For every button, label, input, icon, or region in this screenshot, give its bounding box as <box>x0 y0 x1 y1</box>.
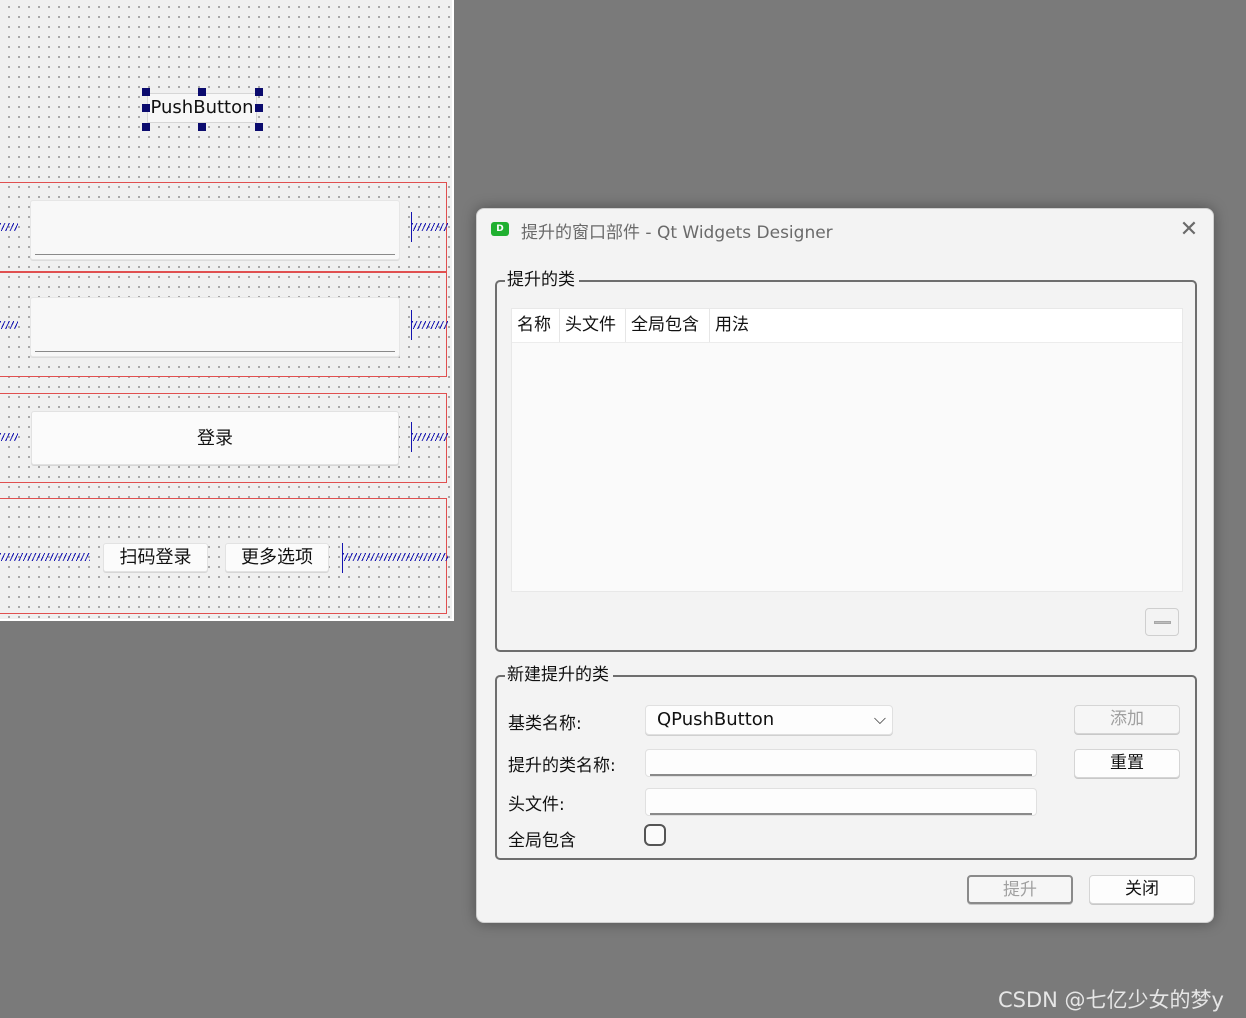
promoted-class-name-label: 提升的类名称: <box>508 756 616 776</box>
add-button[interactable]: 添加 <box>1074 705 1180 734</box>
horizontal-spacer[interactable] <box>0 433 18 441</box>
reset-button[interactable]: 重置 <box>1074 749 1180 778</box>
horizontal-spacer[interactable] <box>412 223 448 231</box>
username-line-edit[interactable] <box>30 200 400 260</box>
selection-handle[interactable] <box>198 123 206 131</box>
horizontal-spacer[interactable] <box>412 321 448 329</box>
table-header: 名称 头文件 全局包含 用法 <box>512 309 1182 343</box>
selection-handle[interactable] <box>255 104 263 112</box>
password-line-edit[interactable] <box>30 297 400 357</box>
global-include-checkbox[interactable] <box>644 824 666 846</box>
horizontal-spacer[interactable] <box>0 223 18 231</box>
close-button[interactable]: 关闭 <box>1089 875 1195 904</box>
new-promoted-class-group-title: 新建提升的类 <box>505 665 613 685</box>
horizontal-spacer[interactable] <box>0 553 90 561</box>
horizontal-spacer[interactable] <box>412 433 448 441</box>
header-file-input[interactable] <box>645 788 1037 816</box>
base-class-value: QPushButton <box>657 709 775 730</box>
remove-promoted-class-button[interactable] <box>1145 608 1179 636</box>
scan-login-button[interactable]: 扫码登录 <box>103 543 208 572</box>
chevron-down-icon: ⌵ <box>873 709 886 728</box>
promoted-classes-group-title: 提升的类 <box>505 270 579 290</box>
horizontal-spacer[interactable] <box>0 321 18 329</box>
column-header-name[interactable]: 名称 <box>512 309 560 342</box>
selection-handle[interactable] <box>255 123 263 131</box>
dialog-title: 提升的窗口部件 - Qt Widgets Designer <box>521 223 833 243</box>
base-class-combobox[interactable]: QPushButton ⌵ <box>645 705 893 735</box>
minus-icon <box>1154 621 1171 624</box>
new-promoted-class-group: 新建提升的类 基类名称: QPushButton ⌵ 添加 提升的类名称: 重置… <box>495 665 1197 860</box>
global-include-label: 全局包含 <box>508 831 576 851</box>
header-file-label: 头文件: <box>508 795 565 815</box>
column-header-usage[interactable]: 用法 <box>710 309 770 342</box>
selected-push-button[interactable]: PushButton <box>147 93 257 123</box>
qt-designer-app-icon: D <box>491 222 509 236</box>
csdn-watermark: CSDN @七亿少女的梦y <box>998 988 1224 1012</box>
horizontal-spacer[interactable] <box>343 553 448 561</box>
promoted-class-name-input[interactable] <box>645 749 1037 777</box>
column-header-global-include[interactable]: 全局包含 <box>626 309 710 342</box>
selection-handle[interactable] <box>255 88 263 96</box>
more-options-button[interactable]: 更多选项 <box>225 543 329 572</box>
promote-button[interactable]: 提升 <box>967 875 1073 904</box>
selection-handle[interactable] <box>198 88 206 96</box>
selection-handle[interactable] <box>142 123 150 131</box>
column-header-header-file[interactable]: 头文件 <box>560 309 626 342</box>
login-button[interactable]: 登录 <box>31 411 399 465</box>
promoted-classes-group: 提升的类 名称 头文件 全局包含 用法 <box>495 270 1197 652</box>
base-class-label: 基类名称: <box>508 714 582 734</box>
designer-form-canvas[interactable]: PushButton 登录 扫码登录 更多选项 <box>0 0 454 621</box>
promoted-widgets-dialog: D 提升的窗口部件 - Qt Widgets Designer ✕ 提升的类 名… <box>476 208 1214 923</box>
selection-handle[interactable] <box>142 104 150 112</box>
close-icon[interactable]: ✕ <box>1177 219 1201 243</box>
promoted-classes-table[interactable]: 名称 头文件 全局包含 用法 <box>511 308 1183 592</box>
selection-handle[interactable] <box>142 88 150 96</box>
